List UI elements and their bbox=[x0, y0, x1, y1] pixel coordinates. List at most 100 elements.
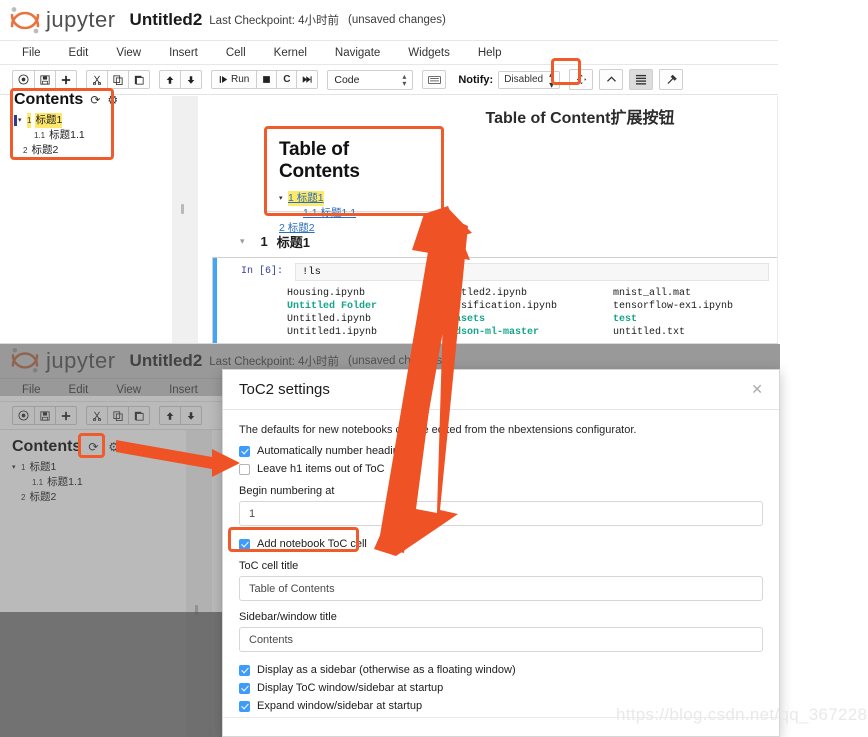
command-palette-icon[interactable] bbox=[12, 70, 34, 89]
cell-type-value: Code bbox=[334, 73, 360, 86]
menu-edit[interactable]: Edit bbox=[69, 47, 89, 59]
notify-value: Disabled bbox=[504, 74, 544, 85]
toc-cell-link[interactable]: 1.1 标题1.1 bbox=[303, 206, 356, 221]
menu-help[interactable]: Help bbox=[478, 47, 502, 59]
menu-widgets[interactable]: Widgets bbox=[408, 47, 450, 59]
menu-file[interactable]: File bbox=[22, 47, 41, 59]
insert-cell-below-icon[interactable] bbox=[55, 70, 77, 89]
begin-numbering-label: Begin numbering at bbox=[239, 485, 335, 497]
toc-cell-link-row[interactable]: 1.1 标题1.1 bbox=[279, 206, 429, 221]
output-entry: Housing.ipynb bbox=[287, 288, 366, 299]
gear-icon[interactable]: ⚙ bbox=[107, 93, 118, 107]
jupyter-brand[interactable]: jupyter bbox=[46, 7, 116, 33]
output-entry: Untitled.ipynb bbox=[287, 314, 372, 325]
toolbar-group-save bbox=[12, 70, 77, 89]
toc-item[interactable]: 1.1 标题1.1 bbox=[14, 128, 110, 143]
dialog-option-row[interactable]: Leave h1 items out of ToC bbox=[239, 463, 763, 475]
heading-number: 1 bbox=[260, 234, 268, 249]
notebook-title[interactable]: Untitled2 bbox=[130, 10, 203, 30]
dialog-header: ToC2 settings ✕ bbox=[223, 370, 779, 410]
dialog-display-option-checkbox[interactable] bbox=[239, 664, 250, 676]
menu-navigate[interactable]: Navigate bbox=[335, 47, 380, 59]
toc-active-marker bbox=[14, 115, 17, 126]
heading-text: 标题1 bbox=[276, 235, 310, 250]
dialog-option-checkbox[interactable] bbox=[239, 463, 250, 475]
move-cell-down-icon[interactable] bbox=[180, 70, 202, 89]
toc-item-label: 标题2 bbox=[31, 144, 59, 156]
copy-icon[interactable] bbox=[107, 70, 128, 89]
screenshot-stage: jupyter Untitled2 Last Checkpoint: 4小时前 … bbox=[0, 0, 868, 737]
dialog-option-row[interactable]: Automatically number headings bbox=[239, 445, 763, 457]
refresh-icon[interactable]: ⟳ bbox=[90, 93, 100, 107]
nbext-move-icon[interactable] bbox=[569, 69, 594, 90]
toc-cell-entries: ▾ 1 标题1 1.1 标题1.1 2 标题2 bbox=[279, 191, 429, 236]
dialog-option-checkbox[interactable] bbox=[239, 445, 250, 457]
output-entry: Untitled1.ipynb bbox=[287, 327, 378, 338]
dialog-title: ToC2 settings bbox=[239, 381, 330, 398]
code-cell-input-row: In [6]: !ls bbox=[213, 258, 777, 281]
notify-select[interactable]: Disabled ▴ ▾ bbox=[498, 69, 561, 91]
top-menubar: File Edit View Insert Cell Kernel Navigate Widg… bbox=[0, 40, 778, 65]
begin-numbering-input[interactable]: 1 bbox=[239, 501, 763, 526]
menu-cell[interactable]: Cell bbox=[226, 47, 246, 59]
move-cell-up-icon[interactable] bbox=[159, 70, 180, 89]
output-entry: classification.ipynb bbox=[437, 301, 558, 312]
dialog-display-option-row[interactable]: Display as a sidebar (otherwise as a flo… bbox=[239, 664, 763, 676]
run-label: Run bbox=[231, 74, 250, 85]
code-cell[interactable]: In [6]: !ls Housing.ipynb Untitled2.ipynb… bbox=[212, 257, 778, 345]
toc-item[interactable]: 2 标题2 bbox=[14, 143, 110, 158]
toc2-settings-dialog: ToC2 settings ✕ The defaults for new not… bbox=[222, 369, 780, 737]
output-entry: Untitled Folder bbox=[287, 301, 378, 312]
toc-cell-caret-icon[interactable]: ▾ bbox=[279, 191, 288, 206]
dialog-display-option-row[interactable]: Display ToC window/sidebar at startup bbox=[239, 682, 763, 694]
menu-insert[interactable]: Insert bbox=[169, 47, 198, 59]
output-entry: handson-ml-master bbox=[437, 327, 540, 338]
add-notebook-toc-cell-row[interactable]: Add notebook ToC cell bbox=[239, 538, 763, 550]
dialog-display-option-label: Display ToC window/sidebar at startup bbox=[257, 682, 444, 694]
toc-item-label: 标题1 bbox=[35, 113, 63, 128]
menu-view[interactable]: View bbox=[116, 47, 141, 59]
toc-item[interactable]: ▾ 1 标题1 bbox=[14, 113, 110, 128]
save-icon[interactable] bbox=[34, 70, 55, 89]
restart-run-all-icon[interactable] bbox=[296, 70, 319, 89]
dialog-display-option-checkbox[interactable] bbox=[239, 700, 250, 712]
notebook-heading-1: ▾ 1 标题1 bbox=[240, 232, 310, 251]
dialog-display-option-label: Display as a sidebar (otherwise as a flo… bbox=[257, 664, 516, 676]
restart-kernel-icon[interactable]: C bbox=[276, 70, 297, 89]
notebook-scrollbar[interactable] bbox=[777, 96, 778, 345]
watermark: https://blog.csdn.net/qq_36722887 bbox=[616, 705, 868, 724]
code-input[interactable]: !ls bbox=[295, 263, 769, 281]
code-output: Housing.ipynb Untitled2.ipynb mnist_all.ma… bbox=[287, 287, 777, 339]
nbext-collapse-icon[interactable] bbox=[599, 69, 624, 90]
output-entry: tensorflow-ex1.ipynb bbox=[613, 301, 734, 312]
cell-prompt: In [6]: bbox=[240, 266, 283, 277]
run-button[interactable]: Run bbox=[211, 70, 257, 89]
heading-collapse-caret-icon[interactable]: ▾ bbox=[240, 236, 245, 247]
sidebar-splitter[interactable] bbox=[172, 96, 198, 345]
modal-backdrop-bottom[interactable] bbox=[0, 612, 222, 737]
toc-cell-title-input[interactable]: Table of Contents bbox=[239, 576, 763, 601]
cell-type-select[interactable]: Code ▴ ▾ bbox=[327, 69, 414, 90]
output-line: Untitled1.ipynb handson-ml-master untitled… bbox=[287, 326, 777, 339]
output-entry: test bbox=[613, 314, 638, 325]
toc-cell-link[interactable]: 1 标题1 bbox=[288, 191, 324, 206]
output-entry: Untitled2.ipynb bbox=[437, 288, 528, 299]
close-icon[interactable]: ✕ bbox=[751, 381, 763, 398]
contents-title: Contents bbox=[14, 91, 84, 108]
toc-item-number: 1 bbox=[27, 113, 32, 128]
dialog-display-option-checkbox[interactable] bbox=[239, 682, 250, 694]
cut-icon[interactable] bbox=[86, 70, 107, 89]
toc-icon[interactable] bbox=[629, 69, 654, 90]
sidebar-title-input[interactable]: Contents bbox=[239, 627, 763, 652]
toc-item-label: 标题1.1 bbox=[49, 129, 85, 141]
keyboard-icon[interactable] bbox=[422, 70, 447, 89]
toc-caret-icon[interactable]: ▾ bbox=[18, 113, 27, 128]
checkpoint-label: Last Checkpoint: 4小时前 bbox=[209, 15, 340, 27]
toc-cell-link-row[interactable]: ▾ 1 标题1 bbox=[279, 191, 429, 206]
contents-header: Contents ⟳ ⚙ bbox=[14, 91, 118, 109]
interrupt-kernel-icon[interactable] bbox=[256, 70, 277, 89]
paste-icon[interactable] bbox=[128, 70, 150, 89]
menu-kernel[interactable]: Kernel bbox=[274, 47, 307, 59]
add-notebook-toc-cell-checkbox[interactable] bbox=[239, 538, 250, 550]
hammer-icon[interactable] bbox=[659, 69, 684, 90]
